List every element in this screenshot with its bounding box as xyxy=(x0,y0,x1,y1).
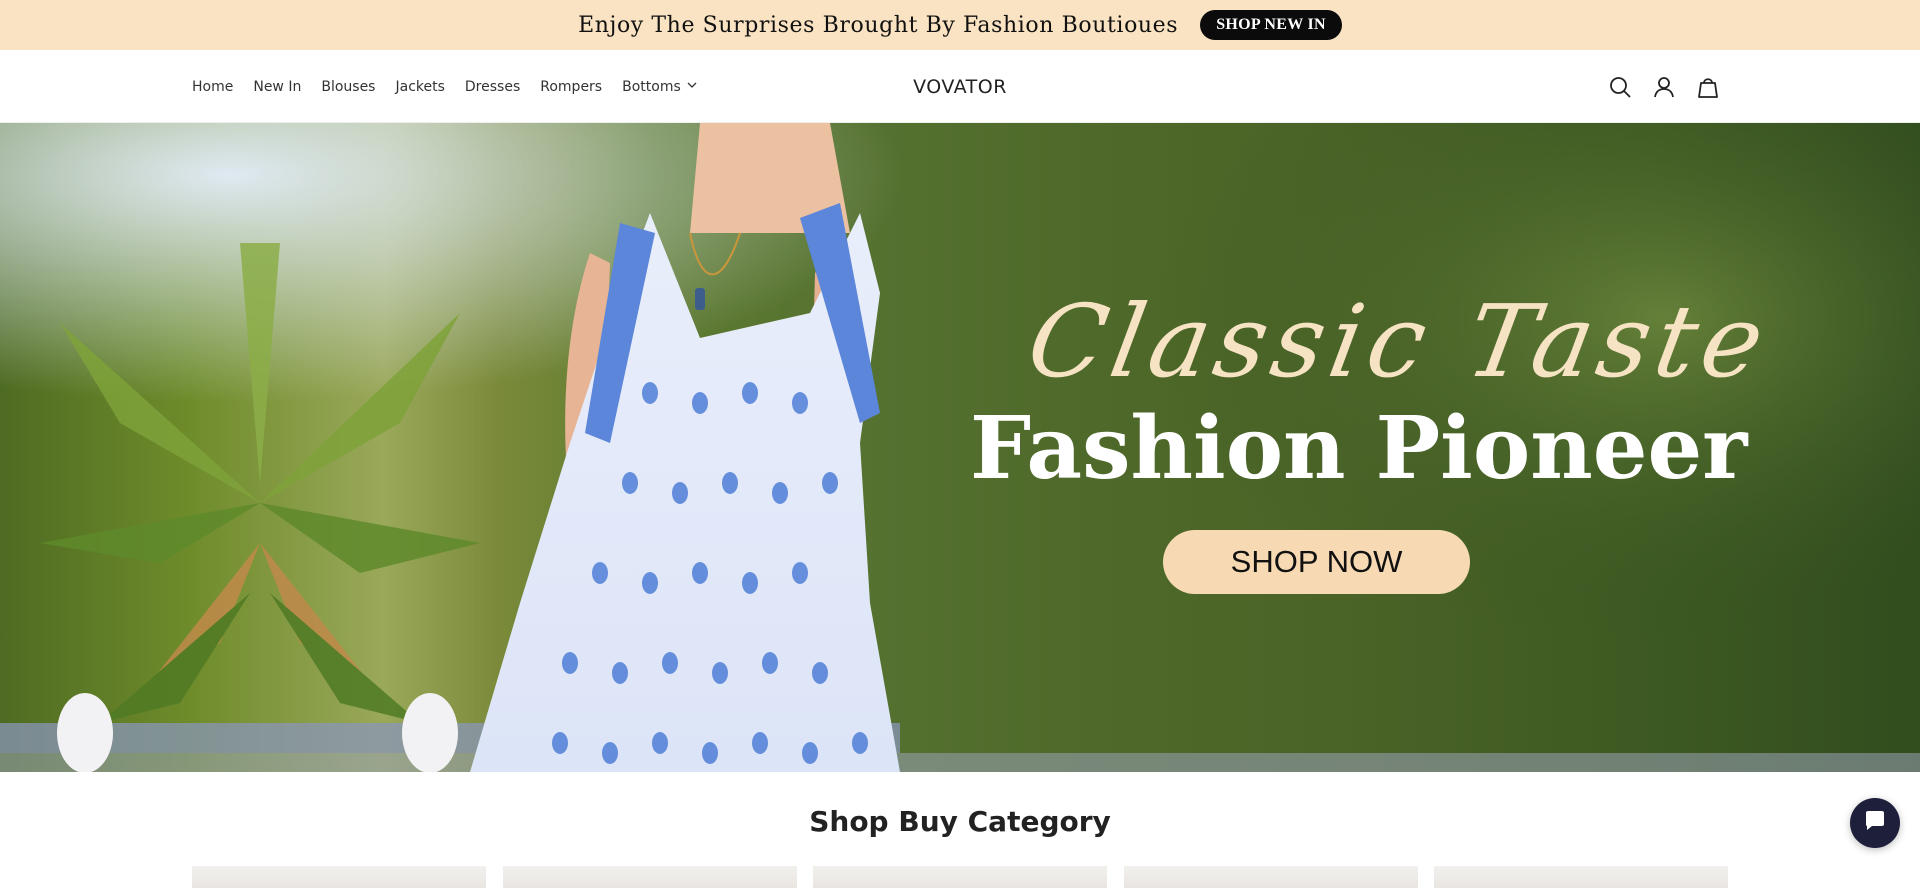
category-card[interactable] xyxy=(502,866,797,888)
nav-label: Jackets xyxy=(395,78,445,95)
cart-icon[interactable] xyxy=(1696,75,1720,99)
shop-new-in-button[interactable]: SHOP NEW IN xyxy=(1200,10,1342,40)
main-nav: Home New In Blouses Jackets Dresses Romp… xyxy=(192,50,718,123)
nav-label: Blouses xyxy=(321,78,376,95)
nav-label: Home xyxy=(192,78,234,95)
category-title: Shop Buy Category xyxy=(809,805,1111,838)
hero-banner: Classic Taste Fashion Pioneer SHOP NOW xyxy=(0,123,1920,772)
nav-item-bottoms[interactable]: Bottoms xyxy=(622,79,698,95)
hero-title: Fashion Pioneer xyxy=(970,398,1748,499)
chat-icon xyxy=(1862,808,1888,839)
category-cards xyxy=(192,866,1728,888)
nav-item-rompers[interactable]: Rompers xyxy=(540,79,602,95)
nav-label: Dresses xyxy=(464,78,521,95)
nav-item-home[interactable]: Home xyxy=(192,79,233,95)
account-icon[interactable] xyxy=(1652,75,1676,99)
chevron-down-icon xyxy=(686,79,698,95)
shop-now-button[interactable]: SHOP NOW xyxy=(1163,530,1470,594)
chat-button[interactable] xyxy=(1850,798,1900,848)
category-card[interactable] xyxy=(1434,866,1728,888)
nav-label: Bottoms xyxy=(622,78,681,95)
header-actions xyxy=(1608,50,1720,123)
category-card[interactable] xyxy=(1123,866,1418,888)
announcement-bar: Enjoy The Surprises Brought By Fashion B… xyxy=(0,0,1920,50)
nav-item-new-in[interactable]: New In xyxy=(253,79,301,95)
category-card[interactable] xyxy=(192,866,486,888)
nav-label: Rompers xyxy=(540,78,603,95)
nav-label: New In xyxy=(253,78,302,95)
category-card[interactable] xyxy=(813,866,1107,888)
nav-item-blouses[interactable]: Blouses xyxy=(321,79,375,95)
site-logo[interactable]: VOVATOR xyxy=(913,76,1007,98)
hero-script-title: Classic Taste xyxy=(1019,283,1779,400)
nav-item-jackets[interactable]: Jackets xyxy=(395,79,444,95)
site-header: Home New In Blouses Jackets Dresses Romp… xyxy=(0,50,1920,123)
nav-item-dresses[interactable]: Dresses xyxy=(465,79,520,95)
announcement-text: Enjoy The Surprises Brought By Fashion B… xyxy=(578,12,1179,38)
search-icon[interactable] xyxy=(1608,75,1632,99)
